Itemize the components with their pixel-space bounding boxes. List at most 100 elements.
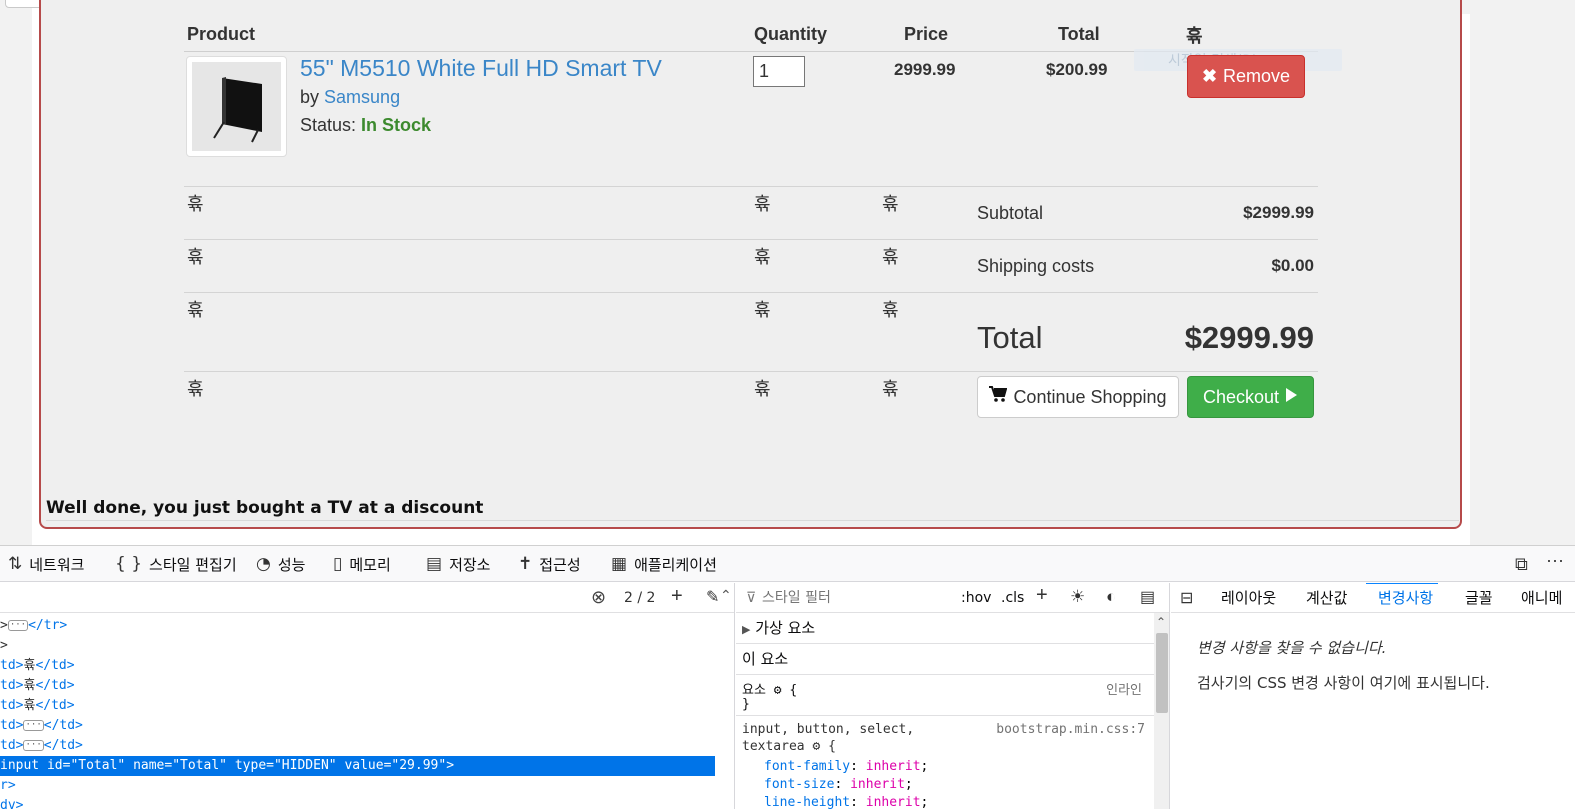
markup-line-selected[interactable]: input id="Total" name="Total" type="HIDD…: [0, 756, 715, 776]
toggle-sidebar-icon[interactable]: ⊟: [1180, 588, 1193, 608]
purchase-message: Well done, you just bought a TV at a dis…: [46, 498, 484, 518]
tab-storage[interactable]: ▤ 저장소: [426, 546, 490, 582]
element-rule: 요소 ⚙ { } 인라인: [736, 675, 1154, 716]
hov-toggle[interactable]: :hov: [961, 590, 991, 606]
product-by: by Samsung: [300, 87, 400, 108]
storage-icon: ▤: [426, 554, 443, 574]
tab-fonts[interactable]: 글꼴: [1465, 587, 1493, 608]
style-filter-input[interactable]: [762, 587, 952, 609]
by-label: by: [300, 87, 320, 107]
side-panel-tabs: ⊟ 레이아웃 계산값 변경사항 글꼴 애니메: [1171, 583, 1575, 613]
light-mode-icon[interactable]: ☀: [1070, 587, 1085, 607]
item-total: $200.99: [1046, 60, 1108, 79]
markup-line[interactable]: >: [0, 636, 8, 656]
tab-accessibility[interactable]: ✝ 접근성: [518, 546, 581, 582]
tab-network[interactable]: ⇅ 네트워크: [8, 546, 84, 582]
screenshot-root: Product Quantity Price Total 휶 55" M5510…: [0, 0, 1575, 809]
tag-text: td>: [0, 718, 24, 733]
tab-changes[interactable]: 변경사항: [1378, 587, 1433, 608]
grid-icon: ▦: [611, 554, 628, 574]
row-divider: [184, 371, 1318, 372]
page-background-right: [1470, 8, 1575, 545]
row-divider: [184, 239, 1318, 240]
attr-value: "Total": [70, 758, 126, 773]
css-declaration[interactable]: font-size: inherit;: [764, 777, 913, 792]
placeholder-cell: 휶: [882, 300, 899, 320]
status-value: In Stock: [361, 115, 432, 135]
placeholder-cell: 휶: [754, 300, 771, 320]
row-divider: [184, 292, 1318, 293]
css-declaration[interactable]: line-height: inherit;: [764, 795, 928, 809]
tab-application[interactable]: ▦ 애플리케이션: [611, 546, 717, 582]
subtotal-value: $2999.99: [1243, 203, 1314, 222]
product-thumbnail[interactable]: [186, 56, 287, 157]
eyedropper-icon[interactable]: ✎: [706, 587, 719, 607]
web-content: Product Quantity Price Total 휶 55" M5510…: [0, 0, 1575, 545]
tab-memory[interactable]: ▯ 메모리: [333, 546, 391, 582]
clear-search-icon[interactable]: ⊗: [591, 587, 606, 608]
markup-line[interactable]: r>: [0, 776, 16, 796]
attr-name: type: [234, 758, 267, 773]
markup-line[interactable]: td>휶</td>: [0, 676, 75, 696]
dark-mode-icon[interactable]: ◐: [1106, 587, 1116, 607]
ellipsis-icon[interactable]: ···: [7, 620, 29, 631]
pseudo-elements-section[interactable]: ▶ 가상 요소: [736, 613, 1154, 644]
rules-scrollbar-thumb[interactable]: [1156, 633, 1168, 713]
tab-computed[interactable]: 계산값: [1306, 587, 1347, 608]
tag-text: td>: [0, 698, 24, 713]
css-value: inherit: [865, 759, 921, 774]
markup-line[interactable]: td>휶</td>: [0, 696, 75, 716]
devtools-tabbar: ⇅ 네트워크 { } 스타일 편집기 ◔ 성능 ▯ 메모리 ▤ 저장소 ✝ 접근성 ▦ 애플리…: [0, 546, 1575, 582]
total-value: $2999.99: [1184, 320, 1314, 355]
quantity-input[interactable]: [753, 56, 805, 87]
status-label: Status:: [300, 115, 357, 135]
tab-layout[interactable]: 레이아웃: [1221, 587, 1276, 608]
print-media-icon[interactable]: ▤: [1140, 587, 1155, 607]
markup-line[interactable]: > ··· </tr>: [0, 616, 67, 636]
product-name-link[interactable]: 55" M5510 White Full HD Smart TV: [300, 55, 662, 82]
remove-button[interactable]: ✖ Remove: [1187, 55, 1305, 98]
tab-label: 접근성: [539, 555, 581, 574]
this-element-label: 이 요소: [742, 650, 789, 668]
pseudo-label: 가상 요소: [755, 619, 816, 637]
gear-icon[interactable]: ⚙: [774, 683, 782, 698]
brand-link[interactable]: Samsung: [324, 87, 400, 107]
markup-line[interactable]: td>휶</td>: [0, 656, 75, 676]
header-price: Price: [904, 24, 949, 44]
responsive-mode-icon[interactable]: ⧉: [1515, 554, 1528, 575]
attr-name: id: [46, 758, 63, 773]
scroll-up-icon[interactable]: ⌃: [1156, 615, 1166, 629]
gauge-icon: ◔: [256, 554, 271, 574]
more-options-icon[interactable]: ···: [1546, 550, 1564, 571]
tab-style-editor[interactable]: { } 스타일 편집기: [115, 546, 237, 582]
placeholder-cell: 휶: [882, 247, 899, 267]
product-status: Status: In Stock: [300, 115, 431, 136]
markup-line[interactable]: dv>: [0, 796, 23, 809]
add-rule-icon[interactable]: +: [1036, 584, 1048, 607]
selector-text: input, button, select,: [742, 722, 915, 737]
scroll-up-icon[interactable]: ⌃: [720, 587, 732, 604]
tab-performance[interactable]: ◔ 성능: [256, 546, 305, 582]
tv-image: [192, 62, 281, 151]
attr-value: "29.99": [391, 758, 447, 773]
expand-arrow-icon[interactable]: ▶: [742, 623, 750, 636]
continue-shopping-button[interactable]: Continue Shopping: [977, 376, 1179, 418]
markup-line[interactable]: td> ··· </td>: [0, 736, 83, 756]
tag-text: </tr>: [28, 618, 68, 633]
no-changes-title: 변경 사항을 찾을 수 없습니다.: [1197, 639, 1387, 657]
accessibility-icon: ✝: [518, 554, 533, 574]
css-value: inherit: [850, 777, 905, 792]
ellipsis-icon[interactable]: ···: [23, 720, 44, 731]
ellipsis-icon[interactable]: ···: [23, 740, 44, 751]
cls-toggle[interactable]: .cls: [1001, 590, 1024, 606]
css-prop: line-height: [764, 795, 851, 809]
css-declaration[interactable]: font-family: inherit;: [764, 759, 928, 774]
add-node-icon[interactable]: +: [671, 585, 683, 608]
markup-line[interactable]: td> ··· </td>: [0, 716, 83, 736]
placeholder-cell: 휶: [187, 379, 204, 399]
remove-label: Remove: [1223, 66, 1291, 86]
tab-animations[interactable]: 애니메: [1521, 587, 1562, 608]
stylesheet-link[interactable]: bootstrap.min.css:7: [996, 722, 1145, 737]
checkout-button[interactable]: Checkout: [1187, 376, 1314, 418]
gear-icon[interactable]: ⚙: [812, 739, 820, 754]
